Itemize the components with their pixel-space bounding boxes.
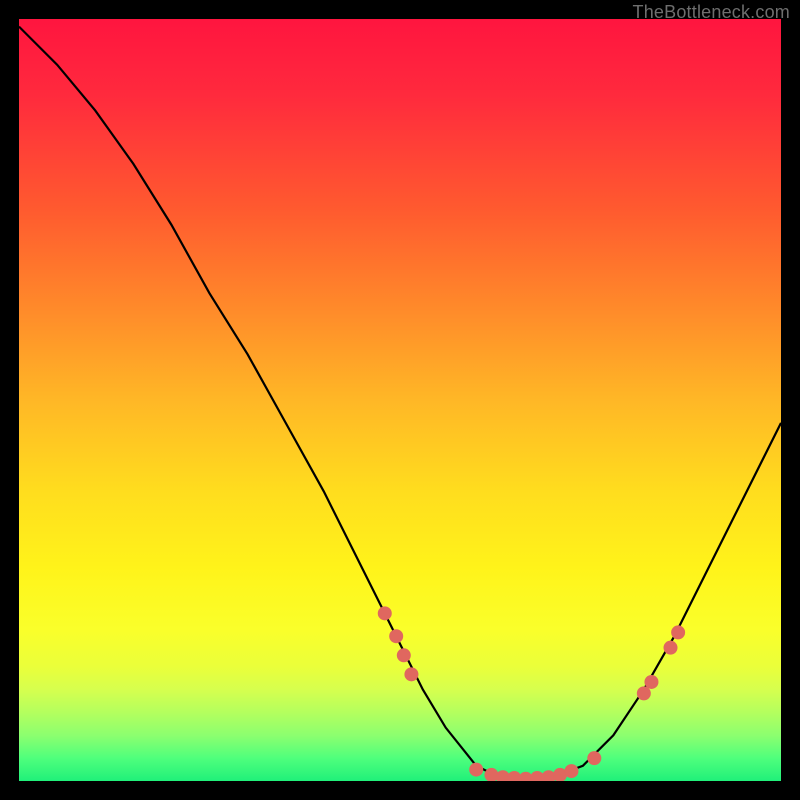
chart-marker — [397, 648, 411, 662]
chart-marker — [637, 686, 651, 700]
chart-marker — [564, 764, 578, 778]
chart-marker — [664, 641, 678, 655]
chart-marker — [671, 625, 685, 639]
chart-marker — [469, 763, 483, 777]
watermark-text: TheBottleneck.com — [633, 2, 790, 23]
chart-marker — [404, 667, 418, 681]
chart-curve — [19, 27, 781, 779]
chart-markers — [378, 606, 685, 781]
chart-frame — [0, 0, 800, 800]
chart-marker — [378, 606, 392, 620]
chart-marker — [389, 629, 403, 643]
chart-marker — [587, 751, 601, 765]
chart-overlay — [19, 19, 781, 781]
chart-marker — [644, 675, 658, 689]
